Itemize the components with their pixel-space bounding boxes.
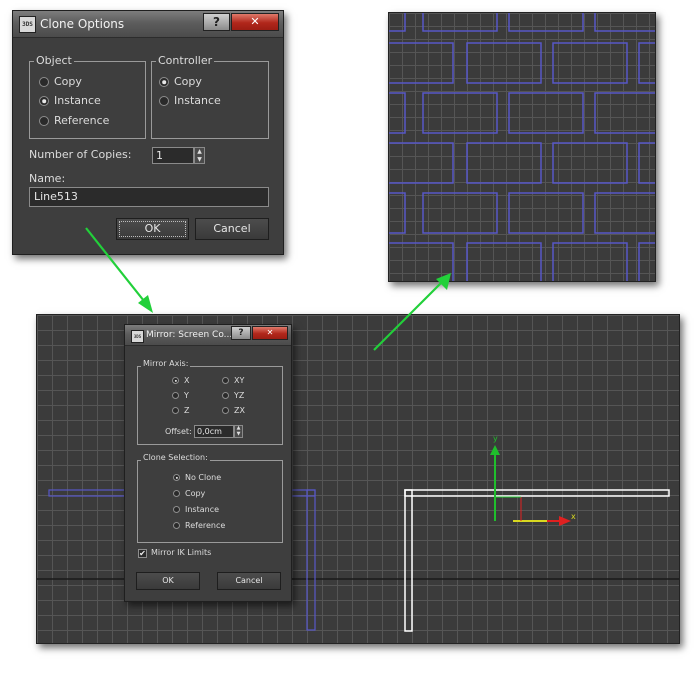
brick-pattern (389, 13, 655, 281)
close-button[interactable]: ✕ (231, 13, 279, 31)
copies-spinner[interactable]: ▲ ▼ (194, 147, 205, 164)
axis-z-label[interactable]: Z (184, 406, 189, 415)
clone-options-dialog: 3DS Clone Options ? ✕ Object Copy Instan… (12, 10, 284, 255)
brick-outline (594, 192, 655, 234)
object-copy-radio[interactable] (39, 77, 49, 87)
zoomed-viewport[interactable] (388, 12, 656, 282)
axis-yz-label[interactable]: YZ (234, 391, 244, 400)
brick-outline (422, 192, 498, 234)
gizmo-y-arrow (490, 445, 500, 455)
clone-instance-radio[interactable] (173, 506, 180, 513)
copies-input[interactable]: 1 (152, 147, 194, 164)
app-icon: 3DS (131, 330, 144, 343)
clone-selection-group-label: Clone Selection: (141, 453, 210, 462)
brick-outline (422, 92, 498, 134)
mirror-ik-checkbox[interactable]: ✔ (138, 549, 147, 558)
offset-input[interactable]: 0,0cm (194, 425, 234, 438)
clone-instance-label[interactable]: Instance (185, 505, 219, 514)
brick-outline (638, 142, 655, 184)
no-clone-radio[interactable] (173, 474, 180, 481)
brick-outline (552, 242, 628, 281)
brick-outline (422, 13, 498, 32)
axis-z-radio[interactable] (172, 407, 179, 414)
brick-outline (466, 42, 542, 84)
no-clone-label[interactable]: No Clone (185, 473, 221, 482)
clone-reference-radio[interactable] (173, 522, 180, 529)
controller-copy-label[interactable]: Copy (174, 75, 202, 88)
brick-outline (508, 13, 584, 32)
axis-y-label[interactable]: Y (184, 391, 189, 400)
mirror-axis-group-label: Mirror Axis: (141, 359, 191, 368)
brick-outline (552, 42, 628, 84)
ok-button[interactable]: OK (116, 218, 189, 240)
object-group-label: Object (34, 54, 74, 67)
clone-copy-radio[interactable] (173, 490, 180, 497)
brick-outline (389, 92, 406, 134)
gizmo-y-label: y (493, 434, 498, 443)
ok-button[interactable]: OK (136, 572, 200, 590)
mirror-titlebar[interactable]: 3DS Mirror: Screen Co... ? ✕ (125, 325, 291, 346)
axis-x-radio[interactable] (172, 377, 179, 384)
brick-outline (466, 142, 542, 184)
dialog-title: Mirror: Screen Co... (146, 330, 233, 340)
object-reference-label[interactable]: Reference (54, 114, 109, 127)
copies-label: Number of Copies: (29, 148, 132, 161)
name-label: Name: (29, 172, 66, 185)
brick-outline (389, 192, 406, 234)
brick-outline (638, 42, 655, 84)
cancel-button[interactable]: Cancel (217, 572, 281, 590)
brick-outline (389, 42, 454, 84)
name-input[interactable]: Line513 (29, 187, 269, 207)
cancel-button[interactable]: Cancel (195, 218, 269, 240)
brick-outline (389, 13, 406, 32)
spinner-down-icon[interactable]: ▼ (195, 157, 204, 163)
axis-xy-radio[interactable] (222, 377, 229, 384)
brick-outline (508, 192, 584, 234)
blue-spline-vertical (306, 489, 316, 631)
axis-zx-radio[interactable] (222, 407, 229, 414)
object-instance-label[interactable]: Instance (54, 94, 101, 107)
axis-yz-radio[interactable] (222, 392, 229, 399)
object-copy-label[interactable]: Copy (54, 75, 82, 88)
controller-copy-radio[interactable] (159, 77, 169, 87)
white-spline-horizontal (404, 489, 670, 497)
clone-options-titlebar[interactable]: 3DS Clone Options ? ✕ (13, 11, 283, 38)
gizmo-x-label: x (571, 512, 576, 521)
offset-spinner[interactable]: ▲ ▼ (234, 425, 243, 438)
help-button[interactable]: ? (231, 326, 251, 340)
brick-outline (389, 142, 454, 184)
axis-x-label[interactable]: X (184, 376, 189, 385)
object-reference-radio[interactable] (39, 116, 49, 126)
offset-label: Offset: (165, 427, 192, 436)
help-button[interactable]: ? (203, 13, 230, 31)
brick-outline (638, 242, 655, 281)
brick-outline (594, 13, 655, 32)
axis-zx-label[interactable]: ZX (234, 406, 245, 415)
brick-outline (594, 92, 655, 134)
spinner-down-icon[interactable]: ▼ (235, 432, 242, 437)
mirror-ik-label[interactable]: Mirror IK Limits (151, 548, 211, 557)
white-spline-vertical (404, 489, 413, 632)
brick-outline (389, 242, 454, 281)
axis-xy-label[interactable]: XY (234, 376, 244, 385)
spinner-up-icon[interactable]: ▲ (195, 149, 204, 155)
brick-outline (552, 142, 628, 184)
object-instance-radio[interactable] (39, 96, 49, 106)
clone-reference-label[interactable]: Reference (185, 521, 225, 530)
brick-outline (508, 92, 584, 134)
brick-outline (466, 242, 542, 281)
gizmo-x-arrow (559, 516, 571, 526)
arrow-to-mirror-head-icon (138, 295, 153, 313)
clone-copy-label[interactable]: Copy (185, 489, 205, 498)
app-icon: 3DS (19, 16, 36, 33)
axis-y-radio[interactable] (172, 392, 179, 399)
controller-group-label: Controller (156, 54, 215, 67)
mirror-dialog: 3DS Mirror: Screen Co... ? ✕ Mirror Axis… (124, 324, 292, 602)
dialog-title: Clone Options (40, 17, 125, 31)
close-button[interactable]: ✕ (252, 326, 288, 340)
controller-instance-label[interactable]: Instance (174, 94, 221, 107)
controller-instance-radio[interactable] (159, 96, 169, 106)
